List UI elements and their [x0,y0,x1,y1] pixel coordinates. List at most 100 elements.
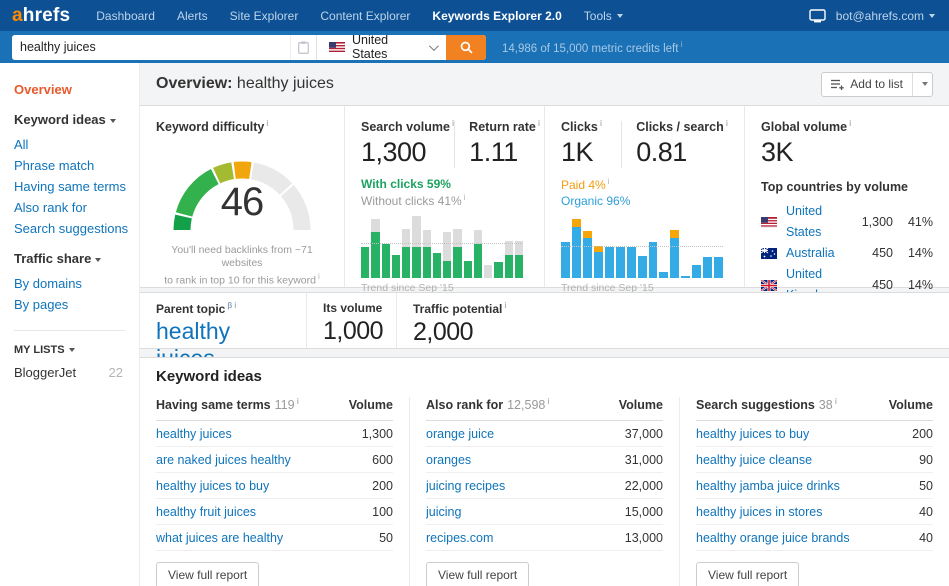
nav-item-tools[interactable]: Tools [584,9,623,23]
clicks-label: Clicks i [561,119,603,135]
parent-topic-card: Parent topicβi healthy juices Its volume… [140,292,949,371]
table-row: healthy fruit juices 100 [156,499,393,526]
nav-item-content-explorer[interactable]: Content Explorer [320,9,410,23]
keyword-link[interactable]: juicing recipes [426,479,505,493]
page-title: Overview: healthy juices [156,75,334,92]
add-to-list-button[interactable]: Add to list [821,71,933,97]
table-row: recipes.com 13,000 [426,525,663,552]
sidebar-group-traffic-share[interactable]: Traffic share [14,251,139,266]
having-same-terms-table: Having same terms 119 i Volume healthy jui… [140,397,410,586]
sidebar-item-search-suggestions[interactable]: Search suggestions [14,218,139,239]
its-volume-value: 1,000 [323,317,384,345]
table-row: oranges 31,000 [426,447,663,474]
country-select[interactable]: United States [316,34,446,60]
nav-item-dashboard[interactable]: Dashboard [96,9,155,23]
keyword-link[interactable]: healthy juice cleanse [696,453,812,467]
flag-us-icon [761,216,777,228]
desktop-app-icon[interactable] [809,8,826,23]
clicks-trend-chart [561,216,724,279]
table-row: healthy juices to buy 200 [156,473,393,500]
return-rate-label: Return rate i [469,119,541,135]
keyword-link[interactable]: oranges [426,453,471,467]
country-row: United States 1,300 41% [761,201,933,243]
country-link[interactable]: Australia [786,243,849,264]
global-volume-panel: Global volume i 3K Top countries by volum… [745,106,949,344]
table-title: Having same terms 119 i [156,397,299,413]
table-row: healthy juices to buy 200 [696,421,933,448]
sidebar-item-also-rank-for[interactable]: Also rank for [14,197,139,218]
with-clicks-stat: With clicks 59% [361,177,451,192]
sidebar-item-phrase-match[interactable]: Phrase match [14,155,139,176]
table-row: what juices are healthy 50 [156,525,393,552]
search-button[interactable] [446,34,486,60]
keyword-link[interactable]: recipes.com [426,531,493,545]
sidebar-item-by-pages[interactable]: By pages [14,294,139,315]
table-row: juicing recipes 22,000 [426,473,663,500]
search-bar-row: United States 14,986 of 15,000 metric cr… [0,31,949,63]
account-menu[interactable]: bot@ahrefs.com [836,9,935,23]
keyword-link[interactable]: healthy juices [156,427,232,441]
keyword-search-input[interactable] [12,34,290,60]
app-window: ahrefs Dashboard Alerts Site Explorer Co… [0,0,949,586]
country-row: Australia 450 14% [761,243,933,264]
nav-item-keywords-explorer[interactable]: Keywords Explorer 2.0 [432,9,561,23]
keyword-link[interactable]: juicing [426,505,461,519]
also-rank-for-table: Also rank for 12,598 i Volume orange juice… [410,397,680,586]
sidebar-item-all[interactable]: All [14,134,139,155]
search-icon [460,41,473,54]
traffic-potential-value: 2,000 [413,318,474,346]
volume-column-header: Volume [888,398,933,413]
keyword-link[interactable]: healthy orange juice brands [696,531,850,545]
search-volume-trend-chart [361,216,523,279]
global-volume-value: 3K [761,137,794,168]
table-row: healthy juices 1,300 [156,421,393,448]
keyword-link[interactable]: healthy fruit juices [156,505,256,519]
flag-us-icon [329,41,345,53]
keyword-ideas-title: Keyword ideas [156,368,262,385]
sidebar-group-keyword-ideas[interactable]: Keyword ideas [14,112,139,127]
nav-item-site-explorer[interactable]: Site Explorer [230,9,299,23]
keyword-difficulty-caption: You'll need backlinks from ~71 websites … [164,244,320,287]
parent-topic-label: Parent topic β i [156,301,237,316]
paste-keywords-button[interactable] [290,34,316,60]
table-row: orange juice 37,000 [426,421,663,448]
view-full-report-button[interactable]: View full report [426,562,530,586]
chevron-down-icon [922,82,928,86]
view-full-report-button[interactable]: View full report [696,562,800,586]
keyword-link[interactable]: healthy juices to buy [156,479,269,493]
sidebar-item-overview[interactable]: Overview [14,82,139,97]
view-full-report-button[interactable]: View full report [156,562,260,586]
add-to-list-dropdown[interactable] [912,72,932,96]
keyword-link[interactable]: healthy jamba juice drinks [696,479,840,493]
table-title: Also rank for 12,598 i [426,397,550,413]
keyword-link[interactable]: are naked juices healthy [156,453,291,467]
keyword-ideas-section: Keyword ideas Having same terms 119 i Volu… [140,357,949,586]
country-select-value: United States [352,34,389,60]
keyword-link[interactable]: what juices are healthy [156,531,283,545]
nav-item-alerts[interactable]: Alerts [177,9,208,23]
chevron-down-icon [428,40,439,51]
caret-down-icon [95,257,102,262]
search-volume-label: Search volume i [361,119,455,135]
sidebar-item-having-same-terms[interactable]: Having same terms [14,176,139,197]
caret-down-icon [109,118,116,123]
sidebar-list-bloggerjet[interactable]: BloggerJet 22 [14,365,139,380]
traffic-potential-label: Traffic potential i [413,301,507,316]
keyword-link[interactable]: healthy juices to buy [696,427,809,441]
keyword-link[interactable]: healthy juices in stores [696,505,822,519]
top-countries-header: Top countries by volume [761,180,909,195]
sidebar: Overview Keyword ideas All Phrase match … [0,63,140,586]
overview-stats-card: Keyword difficulty i 46 You'll need backl… [140,105,949,344]
volume-column-header: Volume [348,398,393,413]
table-row: juicing 15,000 [426,499,663,526]
keyword-link[interactable]: orange juice [426,427,494,441]
sidebar-item-by-domains[interactable]: By domains [14,273,139,294]
sidebar-my-lists-header[interactable]: MY LISTS [14,344,139,356]
flag-au-icon [761,248,777,260]
keyword-difficulty-panel: Keyword difficulty i 46 You'll need backl… [140,106,345,287]
sidebar-divider [14,330,125,331]
flag-uk-icon [761,279,777,291]
keyword-difficulty-value: 46 [220,180,265,225]
ahrefs-logo[interactable]: ahrefs [12,5,70,27]
country-link[interactable]: United States [786,201,849,243]
